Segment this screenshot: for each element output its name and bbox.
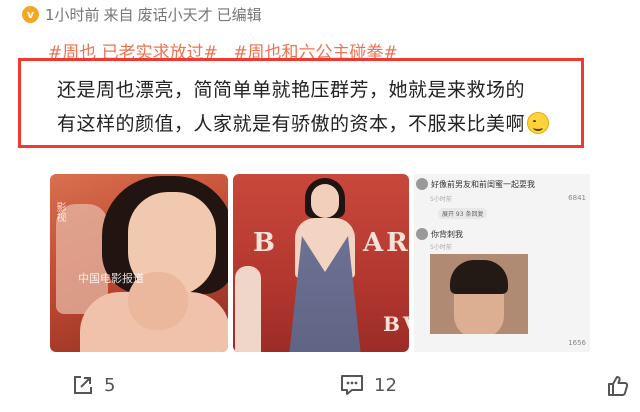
post-time: 1小时前 [45, 5, 100, 24]
screenshot-comment-1-time: 5小时前 [430, 196, 452, 203]
screenshot-reply-pill: 展开 93 条回复 [438, 208, 488, 219]
comment-button[interactable]: 12 [340, 374, 397, 396]
backdrop-letters-3: BV [383, 312, 409, 336]
post-source-prefix: 来自 [103, 5, 134, 24]
screenshot-comment-1: 好像前男友和前闺蜜一起耍我 [416, 178, 535, 190]
screenshot-comment-1-likes: 6841 [568, 194, 586, 202]
screenshot-comment-1-text: 好像前男友和前闺蜜一起耍我 [431, 179, 535, 189]
avatar [416, 178, 428, 190]
screenshot-comment-2: 你背刺我 [416, 228, 463, 240]
like-button[interactable] [606, 374, 630, 398]
face-shape [311, 184, 339, 218]
hair-shape [450, 260, 508, 294]
post-image-3[interactable]: 好像前男友和前闺蜜一起耍我 5小时前 6841 展开 93 条回复 你背刺我 5… [414, 174, 590, 352]
share-icon [74, 376, 92, 394]
post-meta: v 1小时前 来自 废话小天才 已编辑 [22, 3, 262, 25]
screenshot-video-thumbnail [430, 254, 528, 334]
post-text-highlight: 还是周也漂亮，简简单单就艳压群芳，她就是来救场的 有这样的颜值，人家就是有骄傲的… [18, 58, 584, 148]
thumbs-up-icon [608, 376, 629, 396]
image-watermark: 中国电影报道 [78, 272, 144, 285]
image-brand-text: 影视 [54, 202, 65, 222]
screenshot-comment-2-likes: 1656 [568, 339, 586, 347]
backdrop-letters-1: B [253, 228, 278, 258]
post-edited[interactable]: 已编辑 [217, 4, 262, 25]
post-text-line-2-wrap: 有这样的颜值，人家就是有骄傲的资本，不服来比美啊 [57, 109, 550, 136]
screenshot-comment-2-time: 5小时前 [430, 244, 452, 251]
post-text-line-2: 有这样的颜值，人家就是有骄傲的资本，不服来比美啊 [57, 113, 526, 135]
share-button[interactable]: 5 [72, 374, 115, 396]
post-action-bar: 5 12 [0, 368, 640, 408]
side-person [235, 266, 261, 352]
share-count: 5 [104, 374, 116, 396]
post-source[interactable]: 废话小天才 [138, 4, 213, 25]
screenshot-comment-2-text: 你背刺我 [431, 229, 463, 239]
post-text-line-1: 还是周也漂亮，简简单单就艳压群芳，她就是来救场的 [57, 79, 526, 101]
avatar [416, 228, 428, 240]
backdrop-letters-2: AR [363, 228, 409, 258]
post-image-1[interactable]: 中国电影报道 影视 [50, 174, 228, 352]
post-image-2[interactable]: B AR BV [233, 174, 409, 352]
comment-count: 12 [374, 374, 397, 396]
comment-icon [341, 375, 363, 395]
verified-badge-icon: v [22, 5, 39, 23]
smile-emoji-icon [527, 112, 550, 134]
